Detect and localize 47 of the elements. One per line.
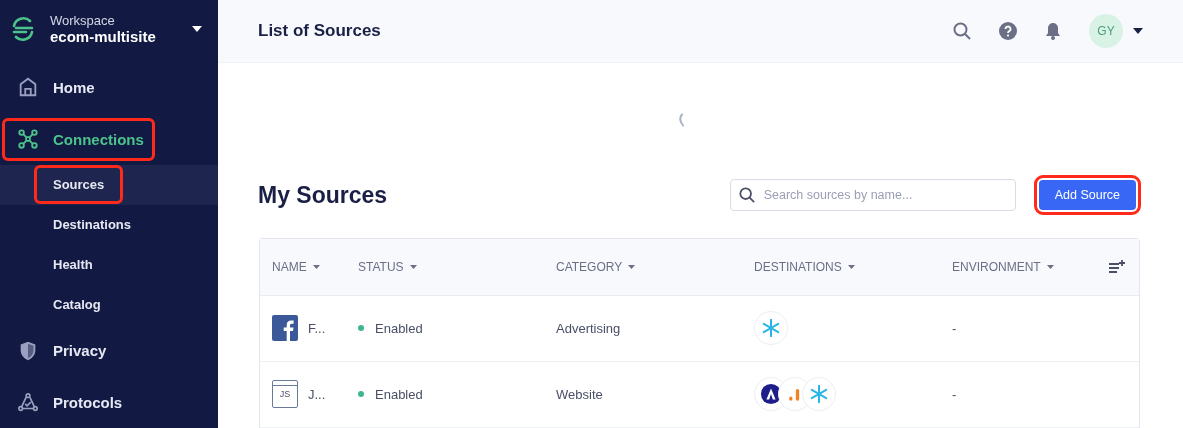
loading-spinner <box>676 113 685 128</box>
caret-icon[interactable] <box>192 26 202 33</box>
caret-icon <box>1046 265 1054 269</box>
caret-icon <box>409 265 417 269</box>
nav-item[interactable]: Protocols <box>2 381 134 424</box>
nav-item[interactable]: Connections <box>2 117 155 161</box>
search-icon[interactable] <box>953 21 971 40</box>
column-header[interactable]: STATUS <box>358 260 417 274</box>
nav-item[interactable]: Home <box>2 65 106 109</box>
snowflake-icon <box>754 311 788 346</box>
bell-icon[interactable] <box>1045 21 1061 40</box>
nav-subitem[interactable]: Catalog <box>34 284 120 324</box>
column-header[interactable]: CATEGORY <box>556 260 636 274</box>
status-text: Enabled <box>375 387 423 402</box>
caret-icon <box>312 265 320 269</box>
environment-cell: - <box>952 387 957 402</box>
caret-icon <box>847 265 855 269</box>
column-header[interactable]: DESTINATIONS <box>754 260 855 274</box>
source-name[interactable]: F... <box>308 321 326 336</box>
script-icon: JS <box>272 380 298 409</box>
logo-icon <box>10 16 36 43</box>
help-icon[interactable] <box>999 21 1017 40</box>
nav-subitem[interactable]: Sources <box>34 165 124 205</box>
category-cell: Website <box>556 387 603 402</box>
add-column-icon[interactable] <box>1109 260 1125 274</box>
environment-cell: - <box>952 321 957 336</box>
search-icon <box>738 187 755 204</box>
status-text: Enabled <box>375 321 423 336</box>
nav-item[interactable]: Privacy <box>2 329 118 373</box>
protocols-icon <box>17 391 39 414</box>
column-header[interactable]: NAME <box>272 260 320 274</box>
snowflake-icon <box>802 377 836 412</box>
facebook-icon <box>272 315 298 342</box>
source-name[interactable]: J... <box>308 387 326 402</box>
page-title: List of Sources <box>258 20 382 41</box>
workspace-label: Workspace <box>50 13 116 29</box>
section-title: My Sources <box>258 181 389 209</box>
workspace-name[interactable]: ecom-multisite <box>50 28 178 46</box>
category-cell: Advertising <box>556 321 621 336</box>
network-icon <box>17 128 39 151</box>
nav-subitem[interactable]: Health <box>34 244 112 284</box>
caret-icon[interactable] <box>1133 27 1143 34</box>
home-icon <box>17 76 39 99</box>
caret-icon <box>628 265 636 269</box>
search-field[interactable]: Search sources by name... <box>729 179 1016 212</box>
nav-subitem[interactable]: Destinations <box>34 205 150 244</box>
column-header[interactable]: ENVIRONMENT <box>952 260 1054 274</box>
